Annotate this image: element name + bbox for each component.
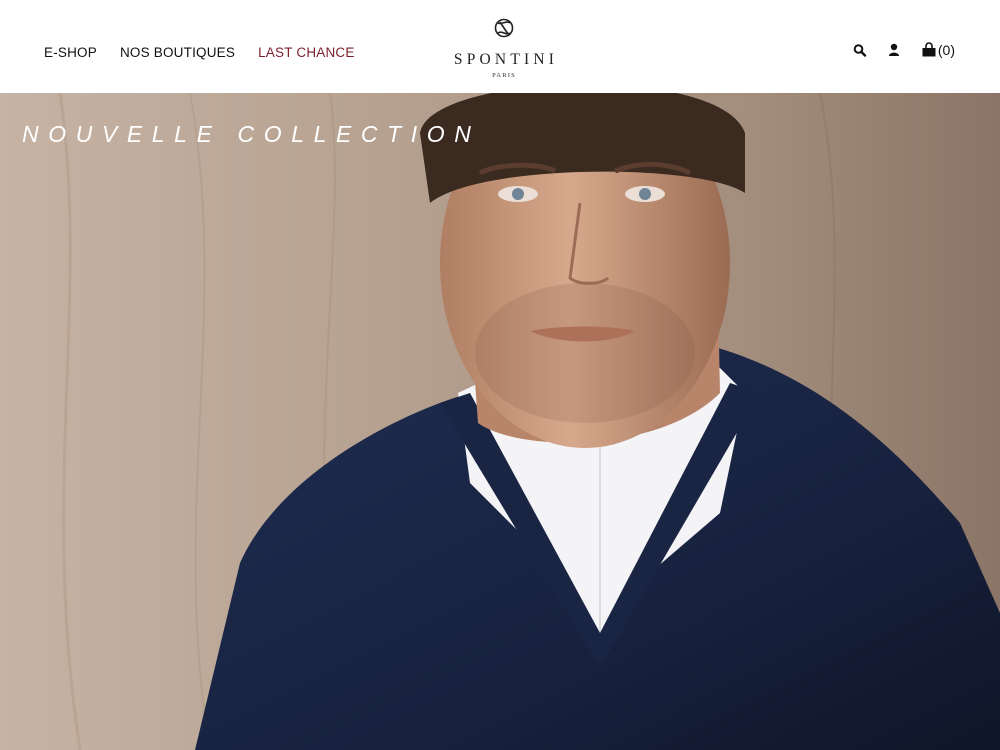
- search-icon[interactable]: [853, 42, 867, 58]
- user-icon[interactable]: [887, 42, 901, 58]
- cart-count: (0): [937, 42, 955, 58]
- hero-banner[interactable]: NOUVELLE COLLECTION: [0, 93, 1000, 750]
- hero-photo: [0, 93, 1000, 750]
- hero-title: NOUVELLE COLLECTION: [22, 121, 481, 147]
- site-header: E-SHOP NOS BOUTIQUES LAST CHANCE SPONTIN…: [0, 0, 1000, 93]
- main-nav: E-SHOP NOS BOUTIQUES LAST CHANCE: [44, 45, 355, 60]
- nav-eshop[interactable]: E-SHOP: [44, 45, 97, 60]
- nav-nos-boutiques[interactable]: NOS BOUTIQUES: [120, 45, 235, 60]
- logo-subtitle: PARIS: [492, 72, 516, 79]
- shopping-bag-icon: [922, 42, 936, 57]
- logo-wordmark: SPONTINI: [453, 51, 559, 68]
- header-utilities: (0): [853, 42, 955, 58]
- brand-logo[interactable]: SPONTINI PARIS: [443, 16, 565, 86]
- logo-monogram-icon: [494, 18, 514, 38]
- nav-last-chance[interactable]: LAST CHANCE: [258, 45, 354, 60]
- cart-button[interactable]: (0): [921, 42, 955, 58]
